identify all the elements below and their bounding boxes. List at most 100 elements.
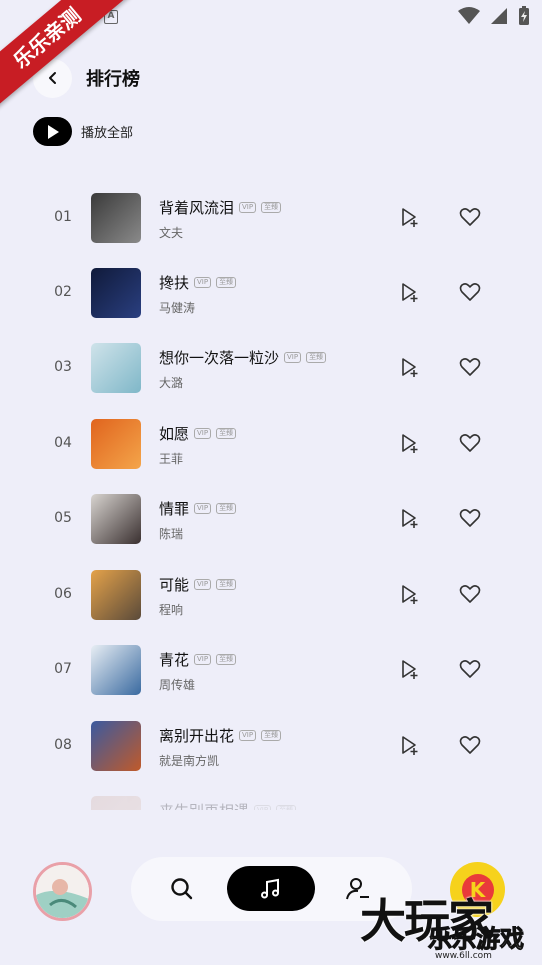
song-rank: 08 (54, 737, 72, 753)
add-to-playlist-icon[interactable] (399, 281, 421, 303)
vip-badge: VIP (194, 277, 212, 288)
song-row[interactable]: 07 青花 VIP 至臻 周传雄 (0, 632, 542, 707)
k-song-logo[interactable]: K (450, 862, 505, 917)
vip-badge: VIP (284, 352, 302, 363)
quality-badge: 至臻 (216, 503, 237, 514)
song-title: 来生别再相遇 (159, 800, 249, 810)
song-artist: 马健涛 (159, 301, 196, 315)
song-rank: 02 (54, 284, 72, 300)
song-row[interactable]: 01 背着风流泪 VIP 至臻 文夫 (0, 180, 542, 255)
quality-badge: 至臻 (216, 428, 237, 439)
heart-icon[interactable] (459, 432, 481, 454)
song-rank: 04 (54, 435, 72, 451)
album-cover (91, 419, 141, 469)
now-playing-cover (36, 865, 89, 918)
song-title: 可能 (159, 576, 190, 594)
add-to-playlist-icon[interactable] (399, 809, 421, 810)
quality-badge: 至臻 (261, 730, 282, 741)
nav-music-tab[interactable] (227, 866, 315, 911)
play-all[interactable]: 播放全部 (33, 117, 133, 146)
vip-badge: VIP (194, 428, 212, 439)
add-to-playlist-icon[interactable] (399, 507, 421, 529)
add-to-playlist-icon[interactable] (399, 206, 421, 228)
vip-badge: VIP (239, 730, 257, 741)
song-row[interactable]: 08 离别开出花 VIP 至臻就是南方凯 (0, 708, 542, 783)
song-title-line: 来生别再相遇 VIP 至臻 (159, 800, 297, 810)
k-logo-letter: K (461, 873, 494, 906)
song-row[interactable]: 02 搀扶 VIP 至臻马健涛 (0, 255, 542, 330)
quality-badge: 至臻 (216, 654, 237, 665)
play-all-label[interactable]: 播放全部 (81, 122, 133, 141)
quality-badge: 至臻 (216, 579, 237, 590)
song-rank: 06 (54, 586, 72, 602)
heart-icon[interactable] (459, 809, 481, 810)
quality-badge: 至臻 (276, 805, 297, 810)
song-title-line: 离别开出花 VIP 至臻 (159, 725, 282, 746)
battery-icon (519, 6, 529, 25)
song-rank: 07 (54, 661, 72, 677)
album-cover (91, 343, 141, 393)
header: 排行榜 (33, 58, 542, 98)
signal-icon (491, 8, 507, 24)
song-artist: 大潞 (159, 376, 184, 390)
song-artist: 程响 (159, 603, 184, 617)
vip-badge: VIP (194, 503, 212, 514)
play-icon (47, 124, 59, 139)
album-cover (91, 570, 141, 620)
album-cover (91, 796, 141, 810)
music-note-icon (261, 878, 279, 898)
now-playing-disc[interactable] (33, 862, 92, 921)
heart-icon[interactable] (459, 658, 481, 680)
song-row[interactable]: 03 想你一次落一粒沙 VIP 至臻 大潞 (0, 330, 542, 405)
watermark-url: www.6ll.com (435, 951, 492, 961)
song-rank: 03 (54, 359, 72, 375)
song-title-line: 搀扶 VIP 至臻 (159, 272, 237, 293)
song-artist: 陈瑞 (159, 527, 184, 541)
add-to-playlist-icon[interactable] (399, 734, 421, 756)
album-cover (91, 193, 141, 243)
song-rank: 01 (54, 209, 72, 225)
user-icon[interactable] (345, 876, 371, 902)
song-title-line: 想你一次落一粒沙 VIP 至臻 (159, 347, 327, 368)
song-title-line: 如愿 VIP 至臻 (159, 423, 237, 444)
heart-icon[interactable] (459, 281, 481, 303)
add-to-playlist-icon[interactable] (399, 356, 421, 378)
heart-icon[interactable] (459, 206, 481, 228)
song-row[interactable]: 05 情罪 VIP 至臻陈瑞 (0, 481, 542, 556)
heart-icon[interactable] (459, 583, 481, 605)
song-title-line: 可能 VIP 至臻 (159, 574, 237, 595)
page-title: 排行榜 (86, 69, 140, 90)
song-title: 想你一次落一粒沙 (159, 349, 280, 367)
song-title: 背着风流泪 (159, 199, 235, 217)
song-title: 搀扶 (159, 274, 190, 292)
song-title: 情罪 (159, 500, 190, 518)
song-row[interactable]: 09来生别再相遇VIP至臻 (0, 783, 542, 810)
song-artist: 就是南方凯 (159, 754, 220, 768)
song-title-line: 青花 VIP 至臻 (159, 649, 237, 670)
quality-badge: 至臻 (216, 277, 237, 288)
song-title-line: 背着风流泪 VIP 至臻 (159, 197, 282, 218)
album-cover (91, 645, 141, 695)
play-all-button[interactable] (33, 117, 72, 146)
song-title-line: 情罪 VIP 至臻 (159, 498, 237, 519)
bottom-nav (131, 857, 412, 921)
song-artist: 王菲 (159, 452, 184, 466)
song-rank: 05 (54, 510, 72, 526)
add-to-playlist-icon[interactable] (399, 658, 421, 680)
vip-badge: VIP (239, 202, 257, 213)
heart-icon[interactable] (459, 734, 481, 756)
album-cover (91, 721, 141, 771)
vip-badge: VIP (194, 654, 212, 665)
bottom-bar: K (0, 850, 542, 940)
search-icon[interactable] (169, 876, 195, 902)
song-title: 离别开出花 (159, 727, 235, 745)
heart-icon[interactable] (459, 356, 481, 378)
vip-badge: VIP (254, 805, 272, 810)
status-icons (458, 6, 530, 26)
song-title: 青花 (159, 651, 190, 669)
song-row[interactable]: 06 可能 VIP 至臻程响 (0, 557, 542, 632)
song-row[interactable]: 04 如愿 VIP 至臻 王菲 (0, 406, 542, 481)
add-to-playlist-icon[interactable] (399, 583, 421, 605)
heart-icon[interactable] (459, 507, 481, 529)
add-to-playlist-icon[interactable] (399, 432, 421, 454)
